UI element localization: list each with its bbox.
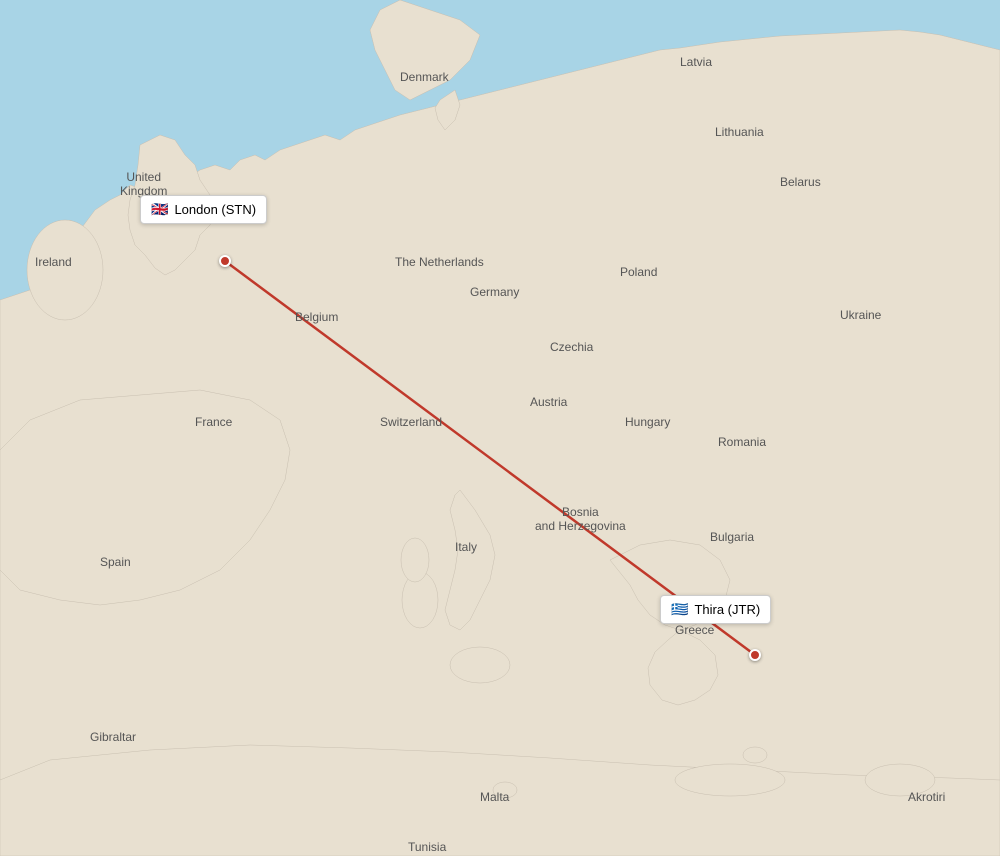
destination-dot [749,649,761,661]
destination-name: Thira (JTR) [694,602,760,617]
origin-dot [219,255,231,267]
map-container: Ireland UnitedKingdom Denmark Latvia Lit… [0,0,1000,856]
origin-flag: 🇬🇧 [151,201,168,218]
origin-name: London (STN) [174,202,256,217]
destination-flag: 🇬🇷 [671,601,688,618]
origin-label: 🇬🇧 London (STN) [140,195,267,224]
map-svg [0,0,1000,856]
destination-label: 🇬🇷 Thira (JTR) [660,595,771,624]
